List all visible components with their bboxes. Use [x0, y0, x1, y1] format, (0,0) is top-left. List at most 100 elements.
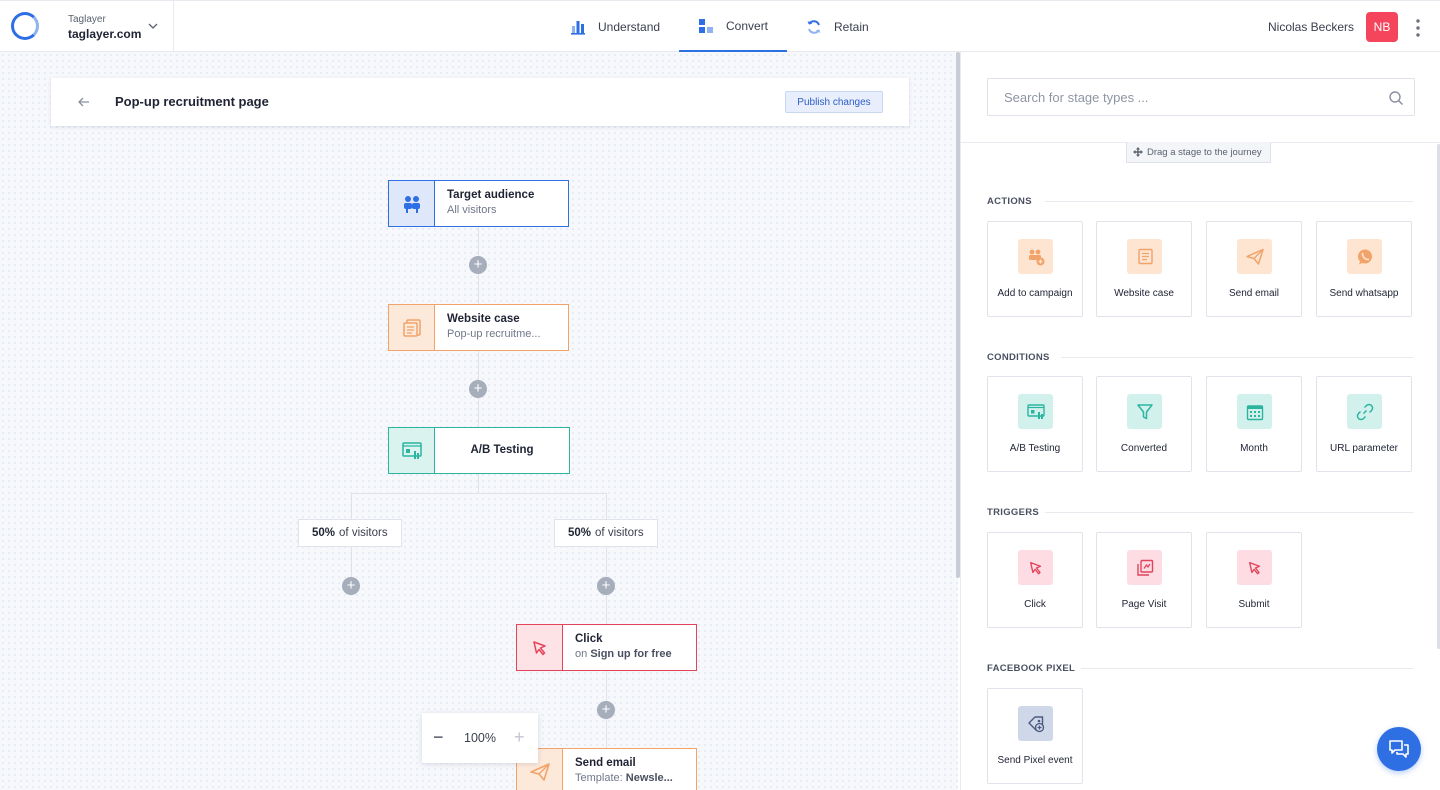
website-case-icon — [389, 305, 435, 350]
search-input[interactable] — [988, 79, 1378, 115]
avatar[interactable]: NB — [1366, 12, 1398, 42]
add-stage-button[interactable]: + — [469, 380, 487, 398]
paper-plane-icon — [1237, 239, 1272, 274]
add-stage-button[interactable]: + — [469, 256, 487, 274]
section-title-actions: ACTIONS — [987, 196, 1032, 207]
top-bar: Taglayer taglayer.com Understand Convert… — [0, 0, 1440, 52]
stage-tile-converted[interactable]: Converted — [1096, 376, 1192, 472]
stage-title: Click — [575, 633, 603, 645]
stage-subtitle-value: Newsle... — [625, 772, 673, 784]
add-stage-button[interactable]: + — [597, 577, 615, 595]
stage-tile-month[interactable]: Month — [1206, 376, 1302, 472]
org-switcher[interactable]: Taglayer taglayer.com — [50, 1, 174, 52]
stage-tile-website-case[interactable]: Website case — [1096, 221, 1192, 317]
stage-subtitle: All visitors — [447, 204, 497, 216]
taglayer-logo-icon[interactable] — [11, 12, 39, 40]
stage-title: Send email — [575, 757, 636, 769]
nav-convert[interactable]: Convert — [679, 1, 787, 52]
stage-tile-send-pixel-event[interactable]: Send Pixel event — [987, 688, 1083, 784]
stage-click[interactable]: Click on Sign up for free — [516, 624, 697, 671]
refresh-icon — [807, 19, 821, 34]
cursor-icon — [517, 625, 563, 670]
add-stage-button[interactable]: + — [597, 701, 615, 719]
back-arrow-icon[interactable] — [77, 95, 91, 109]
nav-retain-label: Retain — [834, 19, 869, 34]
add-stage-button[interactable]: + — [342, 577, 360, 595]
connector — [351, 493, 607, 494]
stage-tile-label: Page Visit — [1121, 599, 1167, 610]
stage-tile-label: Send email — [1228, 288, 1280, 299]
funnel-icon — [1127, 394, 1162, 429]
publish-changes-button[interactable]: Publish changes — [785, 91, 883, 113]
stage-tile-label: Send Pixel event — [997, 755, 1073, 766]
chat-support-button[interactable] — [1377, 727, 1421, 771]
website-case-icon — [1127, 239, 1162, 274]
split-percent: 50% — [568, 527, 592, 539]
user-name: Nicolas Beckers — [1268, 20, 1355, 34]
stage-title: A/B Testing — [470, 444, 534, 456]
stage-target-audience[interactable]: Target audience All visitors — [388, 180, 569, 227]
chat-icon — [1389, 740, 1409, 758]
pixel-tag-icon — [1018, 706, 1053, 741]
nav-convert-label: Convert — [726, 18, 769, 33]
whatsapp-icon — [1347, 239, 1382, 274]
stage-tile-url-parameter[interactable]: URL parameter — [1316, 376, 1412, 472]
stage-library-panel: Drag a stage to the journey ACTIONS Add … — [960, 52, 1440, 790]
link-icon — [1347, 394, 1382, 429]
cursor-icon — [1018, 550, 1053, 585]
calendar-icon — [1237, 394, 1272, 429]
split-branch-label[interactable]: 50% of visitors — [554, 519, 658, 547]
zoom-out-button[interactable]: − — [433, 727, 444, 748]
ab-testing-icon — [389, 428, 435, 473]
stage-tile-ab-testing[interactable]: A/B Testing — [987, 376, 1083, 472]
stage-website-case[interactable]: Website case Pop-up recruitme... — [388, 304, 569, 351]
page-visit-icon — [1127, 550, 1162, 585]
stage-tile-send-email[interactable]: Send email — [1206, 221, 1302, 317]
stage-tile-click[interactable]: Click — [987, 532, 1083, 628]
search-icon[interactable] — [1388, 90, 1404, 106]
add-to-campaign-icon — [1018, 239, 1053, 274]
stage-tile-label: Converted — [1120, 443, 1168, 454]
stage-subtitle: Pop-up recruitme... — [447, 328, 541, 340]
org-name: taglayer.com — [68, 27, 142, 41]
chevron-down-icon — [148, 23, 158, 29]
drag-hint-text: Drag a stage to the journey — [1147, 146, 1262, 158]
nav-understand-label: Understand — [598, 19, 661, 34]
split-text: of visitors — [595, 527, 644, 539]
nav-understand[interactable]: Understand — [570, 1, 660, 52]
stage-tile-label: Add to campaign — [997, 288, 1073, 299]
more-vertical-icon[interactable] — [1414, 18, 1422, 38]
stage-tile-label: Website case — [1114, 288, 1174, 299]
zoom-control: − 100% + — [422, 713, 538, 763]
stage-ab-testing[interactable]: A/B Testing — [388, 427, 570, 474]
divider — [1061, 357, 1413, 358]
journey-canvas[interactable]: Pop-up recruitment page Publish changes … — [0, 52, 958, 790]
cursor-icon — [1237, 550, 1272, 585]
divider — [1045, 512, 1413, 513]
divider — [1081, 668, 1413, 669]
zoom-in-button[interactable]: + — [514, 727, 525, 748]
stage-tile-label: Submit — [1238, 599, 1270, 610]
section-title-facebook-pixel: FACEBOOK PIXEL — [987, 663, 1076, 674]
move-icon — [1133, 147, 1143, 157]
bar-chart-icon — [571, 20, 585, 35]
section-title-triggers: TRIGGERS — [987, 507, 1040, 518]
drag-hint: Drag a stage to the journey — [1126, 142, 1271, 163]
journey-header: Pop-up recruitment page Publish changes — [51, 78, 909, 126]
page-title: Pop-up recruitment page — [115, 94, 269, 109]
stage-title: Website case — [447, 313, 520, 325]
stage-tile-send-whatsapp[interactable]: Send whatsapp — [1316, 221, 1412, 317]
stage-tile-label: A/B Testing — [1009, 443, 1061, 454]
split-branch-label[interactable]: 50% of visitors — [298, 519, 402, 547]
stage-subtitle-prefix: on — [575, 648, 588, 660]
stage-tile-submit[interactable]: Submit — [1206, 532, 1302, 628]
blocks-icon — [699, 18, 713, 33]
stage-tile-add-to-campaign[interactable]: Add to campaign — [987, 221, 1083, 317]
stage-send-email[interactable]: Send email Template: Newsle... — [516, 748, 697, 790]
zoom-level: 100% — [464, 731, 496, 745]
split-text: of visitors — [339, 527, 388, 539]
stage-tile-page-visit[interactable]: Page Visit — [1096, 532, 1192, 628]
split-percent: 50% — [312, 527, 336, 539]
section-title-conditions: CONDITIONS — [987, 352, 1050, 363]
nav-retain[interactable]: Retain — [806, 1, 869, 52]
